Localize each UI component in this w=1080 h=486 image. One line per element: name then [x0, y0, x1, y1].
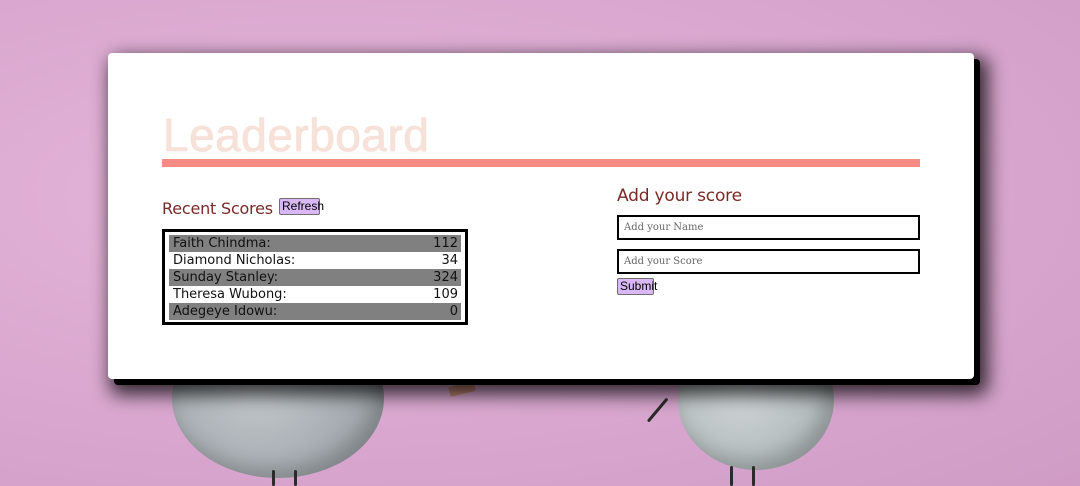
- score-row: Faith Chindma: 112: [169, 235, 461, 252]
- score-value: 112: [433, 236, 458, 251]
- background-stone-leg: [294, 470, 297, 486]
- score-row: Diamond Nicholas: 34: [169, 252, 461, 269]
- scores-list: Faith Chindma: 112 Diamond Nicholas: 34 …: [162, 229, 468, 325]
- score-value: 0: [449, 304, 458, 319]
- name-input[interactable]: [617, 215, 920, 240]
- score-row: Theresa Wubong: 109: [169, 286, 461, 303]
- background-stone-arm: [646, 397, 669, 423]
- score-player-name: Sunday Stanley:: [173, 270, 279, 285]
- background-stone-leg: [730, 466, 733, 486]
- title-underline-bar: [162, 159, 920, 167]
- submit-button[interactable]: Submit: [617, 278, 657, 295]
- score-value: 34: [441, 253, 458, 268]
- score-input[interactable]: [617, 249, 920, 274]
- score-row: Adegeye Idowu: 0: [169, 303, 461, 320]
- add-score-heading: Add your score: [617, 186, 742, 206]
- refresh-button[interactable]: Refresh: [279, 198, 324, 215]
- background-stone-leg: [752, 466, 755, 486]
- score-player-name: Theresa Wubong:: [173, 287, 287, 302]
- score-row: Sunday Stanley: 324: [169, 269, 461, 286]
- page-title: Leaderboard: [163, 109, 430, 161]
- score-player-name: Faith Chindma:: [173, 236, 271, 251]
- background-stone-leg: [272, 470, 275, 486]
- background-paper-scrap: [448, 381, 476, 397]
- score-value: 109: [433, 287, 458, 302]
- score-value: 324: [433, 270, 458, 285]
- recent-scores-heading: Recent Scores: [162, 199, 273, 218]
- score-player-name: Diamond Nicholas:: [173, 253, 296, 268]
- leaderboard-card: Leaderboard Recent Scores Refresh Faith …: [108, 53, 974, 379]
- score-player-name: Adegeye Idowu:: [173, 304, 278, 319]
